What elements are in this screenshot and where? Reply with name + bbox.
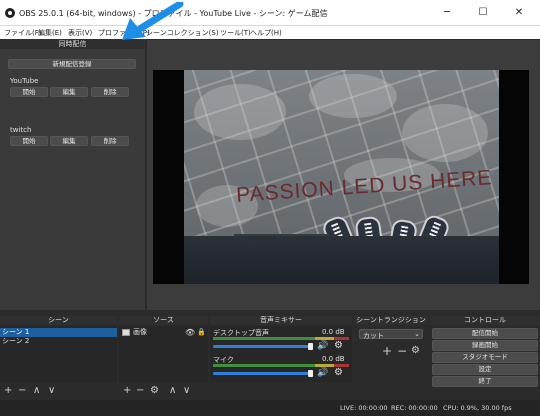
transition-select[interactable]: カット ⌄ — [359, 329, 423, 340]
settings-button[interactable]: 設定 — [432, 364, 538, 375]
menu-edit[interactable]: 編集(E) — [38, 28, 62, 38]
source-label: 画像 — [133, 328, 147, 336]
source-settings-gear-icon[interactable]: ⚙ — [150, 385, 159, 396]
mic-meter — [213, 364, 349, 367]
preview-canvas[interactable]: PASSION LED US HERE — [153, 70, 529, 284]
image-source-icon — [122, 329, 130, 336]
menu-bar: ファイル(F) 編集(E) 表示(V) プロファイル(P) シーンコレクション(… — [0, 26, 540, 39]
scenes-footer: + − ∧ ∨ — [0, 384, 117, 398]
add-source-icon[interactable]: + — [123, 385, 131, 396]
source-item[interactable]: 画像 👁 🔒 — [119, 328, 208, 337]
destination-name: YouTube — [10, 77, 39, 85]
mic-volume-slider[interactable] — [213, 372, 309, 375]
speaker-icon[interactable]: 🔊 — [317, 341, 328, 351]
sources-footer: + − ⚙ ∧ ∨ — [119, 384, 208, 398]
audio-mixer: デスクトップ音声 0.0 dB 🔊 ⚙ マイク 0.0 dB 🔊 ⚙ — [210, 326, 352, 382]
source-move-up-icon[interactable]: ∧ — [169, 385, 176, 396]
exit-button[interactable]: 終了 — [432, 376, 538, 387]
scenes-list: シーン 1 シーン 2 — [0, 326, 117, 382]
menu-view[interactable]: 表示(V) — [68, 28, 92, 38]
move-down-icon[interactable]: ∨ — [48, 385, 55, 396]
transitions-title: シーントランジション — [354, 316, 428, 325]
add-transition-icon[interactable]: + — [382, 344, 392, 358]
move-up-icon[interactable]: ∧ — [33, 385, 40, 396]
scene-item[interactable]: シーン 1 — [0, 328, 117, 337]
desktop-audio-volume-slider[interactable] — [213, 345, 309, 348]
youtube-delete-button[interactable]: 削除 — [91, 87, 129, 97]
multistream-dock: 同時配信 新規配信登録 YouTube 開始 編集 削除 twitch 開始 編… — [0, 39, 145, 310]
obs-logo-icon — [5, 8, 15, 18]
mic-gear-icon[interactable]: ⚙ — [334, 367, 343, 378]
bench — [184, 234, 499, 284]
mic-volume-knob[interactable] — [308, 370, 313, 377]
minimize-icon[interactable]: ─ — [430, 0, 464, 26]
youtube-start-button[interactable]: 開始 — [10, 87, 48, 97]
desktop-audio-gear-icon[interactable]: ⚙ — [334, 340, 343, 351]
remove-scene-icon[interactable]: − — [18, 385, 26, 396]
bottom-panels: シーン シーン 1 シーン 2 + − ∧ ∨ ソース 画像 👁 🔒 + − ⚙… — [0, 316, 540, 400]
youtube-edit-button[interactable]: 編集 — [50, 87, 88, 97]
desktop-audio-meter — [213, 337, 349, 340]
desktop-audio-db: 0.0 dB — [322, 328, 345, 336]
destination-name: twitch — [10, 126, 32, 134]
cpu-fps: CPU: 0.9%, 30.00 fps — [443, 404, 512, 412]
mic-db: 0.0 dB — [322, 355, 345, 363]
visibility-eye-icon[interactable]: 👁 — [185, 328, 195, 337]
add-destination-button[interactable]: 新規配信登録 — [8, 59, 136, 69]
controls-panel: 配信開始 録画開始 スタジオモード 設定 終了 — [430, 326, 540, 398]
remove-transition-icon[interactable]: − — [397, 344, 407, 358]
studio-mode-button[interactable]: スタジオモード — [432, 352, 538, 363]
maximize-icon[interactable]: ☐ — [466, 0, 500, 26]
start-streaming-button[interactable]: 配信開始 — [432, 328, 538, 339]
sources-list: 画像 👁 🔒 — [119, 326, 208, 382]
live-timer: LIVE: 00:00:00 — [340, 404, 388, 412]
mic-speaker-icon[interactable]: 🔊 — [317, 368, 328, 378]
rec-timer: REC: 00:00:00 — [391, 404, 438, 412]
transitions-panel: カット ⌄ + − ⚙ — [354, 326, 428, 382]
menu-tools[interactable]: ツール(T) — [220, 28, 251, 38]
scene-item[interactable]: シーン 2 — [0, 337, 117, 346]
add-scene-icon[interactable]: + — [4, 385, 12, 396]
twitch-start-button[interactable]: 開始 — [10, 136, 48, 146]
chevron-down-icon: ⌄ — [414, 330, 420, 338]
status-bar: LIVE: 00:00:00 REC: 00:00:00 CPU: 0.9%, … — [0, 400, 540, 416]
twitch-delete-button[interactable]: 削除 — [91, 136, 129, 146]
transition-selected: カット — [363, 332, 384, 340]
window-titlebar: OBS 25.0.1 (64-bit, windows) - プロファイル - … — [0, 0, 540, 26]
source-move-down-icon[interactable]: ∨ — [183, 385, 190, 396]
desktop-audio-volume-knob[interactable] — [308, 343, 313, 350]
sources-title: ソース — [119, 316, 208, 325]
scenes-title: シーン — [0, 316, 117, 325]
remove-source-icon[interactable]: − — [136, 385, 144, 396]
start-recording-button[interactable]: 録画開始 — [432, 340, 538, 351]
close-icon[interactable]: ✕ — [502, 0, 536, 26]
twitch-edit-button[interactable]: 編集 — [50, 136, 88, 146]
scene-image: PASSION LED US HERE — [184, 70, 499, 284]
transition-gear-icon[interactable]: ⚙ — [411, 345, 420, 356]
mixer-title: 音声ミキサー — [210, 316, 352, 325]
menu-help[interactable]: ヘルプ(H) — [250, 28, 282, 38]
annotation-arrow-icon — [122, 2, 184, 40]
menu-file[interactable]: ファイル(F) — [4, 28, 42, 38]
lock-icon[interactable]: 🔒 — [197, 328, 206, 337]
controls-title: コントロール — [430, 316, 540, 325]
